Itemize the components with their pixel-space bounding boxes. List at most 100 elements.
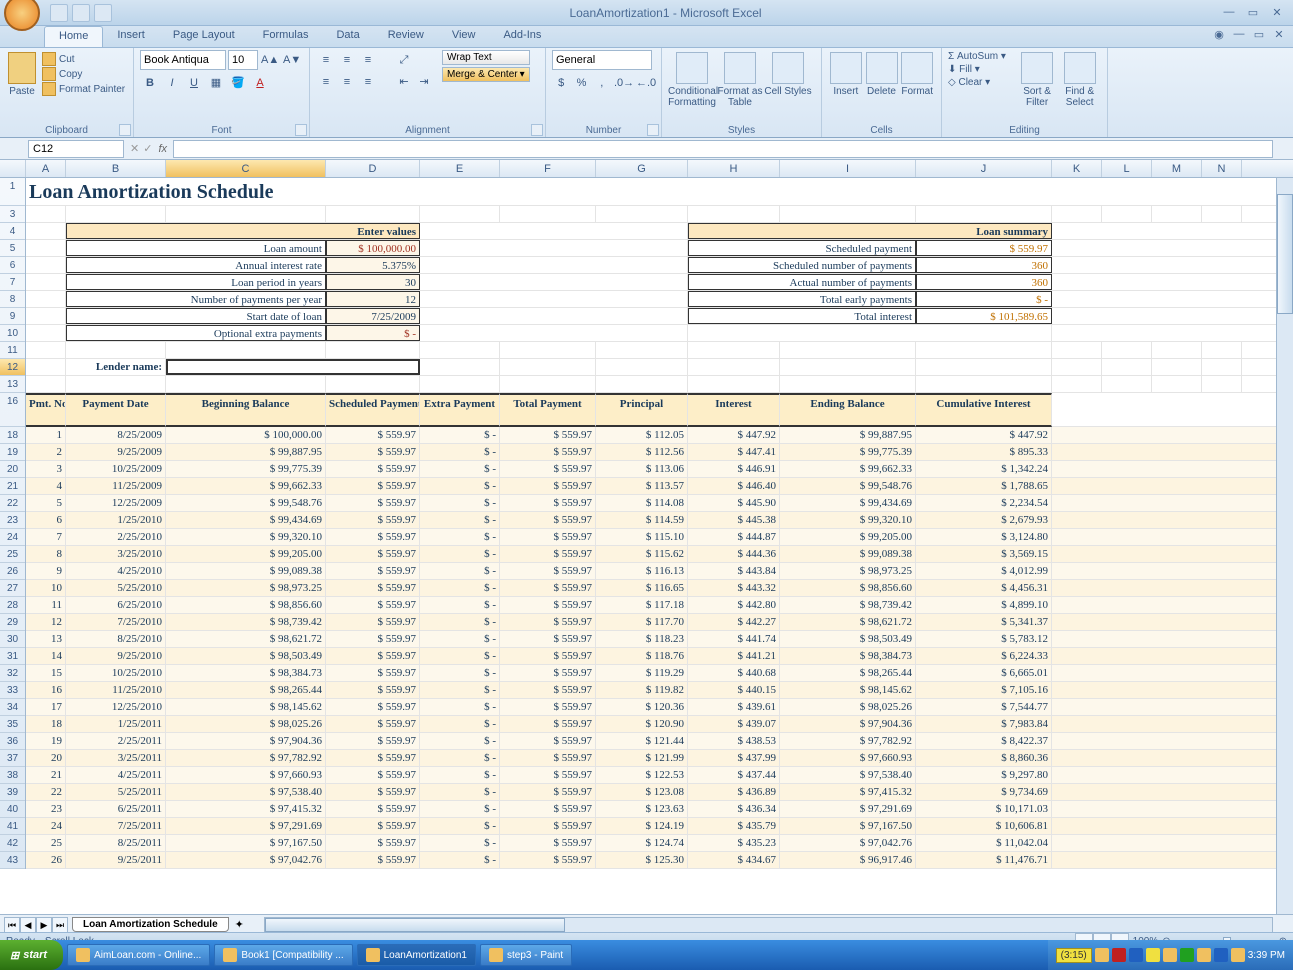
prev-sheet-button[interactable]: ◀ [20, 917, 36, 933]
cell[interactable]: $ 9,734.69 [916, 784, 1052, 800]
cell[interactable]: 16 [26, 682, 66, 698]
cell[interactable]: $ 559.97 [326, 597, 420, 613]
cell[interactable] [1102, 359, 1152, 375]
cell[interactable] [1202, 359, 1242, 375]
cell[interactable]: $ 123.08 [596, 784, 688, 800]
tray-notification[interactable]: (3:15) [1056, 948, 1092, 963]
border-button[interactable]: ▦ [206, 73, 226, 93]
cell[interactable]: 5.375% [326, 257, 420, 273]
cell[interactable]: $ - [420, 835, 500, 851]
cell[interactable]: $ 113.06 [596, 461, 688, 477]
cell[interactable]: $ 100,000.00 [326, 240, 420, 256]
enter-formula-icon[interactable]: ✓ [143, 142, 152, 155]
cell[interactable]: $ - [420, 716, 500, 732]
cell[interactable]: $ 117.18 [596, 597, 688, 613]
cell[interactable]: 17 [26, 699, 66, 715]
worksheet-grid[interactable]: 1345678910111213161819202122232425262728… [0, 178, 1293, 914]
cell[interactable]: $ - [420, 665, 500, 681]
cell[interactable] [688, 206, 780, 222]
cell[interactable]: $ 98,265.44 [166, 682, 326, 698]
cell[interactable]: 21 [26, 767, 66, 783]
cell[interactable] [916, 376, 1052, 392]
cell[interactable]: Beginning Balance [166, 393, 326, 427]
cell[interactable]: Payment Date [66, 393, 166, 427]
cell[interactable]: $ 443.84 [688, 563, 780, 579]
insert-cells-button[interactable]: Insert [828, 50, 864, 135]
cell[interactable]: Total Payment [500, 393, 596, 427]
cell[interactable]: $ 98,145.62 [780, 682, 916, 698]
cell[interactable]: $ 559.97 [500, 682, 596, 698]
column-header-J[interactable]: J [916, 160, 1052, 177]
cell[interactable]: $ 3,569.15 [916, 546, 1052, 562]
cell[interactable] [916, 359, 1052, 375]
cell[interactable]: $ 445.38 [688, 512, 780, 528]
column-header-M[interactable]: M [1152, 160, 1202, 177]
cell[interactable]: $ 98,621.72 [780, 614, 916, 630]
cell[interactable]: $ 1,342.24 [916, 461, 1052, 477]
cell[interactable]: $ 559.97 [500, 835, 596, 851]
underline-button[interactable]: U [184, 73, 204, 93]
tab-data[interactable]: Data [322, 26, 373, 47]
cell[interactable]: $ 6,665.01 [916, 665, 1052, 681]
cell[interactable]: $ - [420, 631, 500, 647]
cell[interactable]: $ 9,297.80 [916, 767, 1052, 783]
cell[interactable]: $ 559.97 [500, 750, 596, 766]
cell[interactable]: $ - [420, 461, 500, 477]
cut-button[interactable]: Cut [42, 52, 125, 66]
cell[interactable]: $ 119.29 [596, 665, 688, 681]
cell[interactable] [166, 376, 326, 392]
cell[interactable]: 14 [26, 648, 66, 664]
cell[interactable]: $ 559.97 [326, 580, 420, 596]
cell[interactable]: $ 446.91 [688, 461, 780, 477]
cell[interactable] [1152, 206, 1202, 222]
cell[interactable]: 2 [26, 444, 66, 460]
cell[interactable]: $ 559.97 [326, 767, 420, 783]
cell[interactable]: $ 118.23 [596, 631, 688, 647]
cell[interactable] [420, 308, 688, 324]
cell[interactable]: $ 100,000.00 [166, 427, 326, 443]
cell[interactable]: $ 97,042.76 [780, 835, 916, 851]
cell[interactable]: $ 98,025.26 [780, 699, 916, 715]
cell[interactable] [780, 359, 916, 375]
cell[interactable]: $ 8,860.36 [916, 750, 1052, 766]
cell[interactable] [26, 223, 66, 239]
cell[interactable]: $ 559.97 [326, 716, 420, 732]
merge-center-button[interactable]: Merge & Center ▾ [442, 67, 530, 82]
cell[interactable]: $ 97,415.32 [780, 784, 916, 800]
cell[interactable]: $ 98,856.60 [166, 597, 326, 613]
cell[interactable]: $ 559.97 [326, 818, 420, 834]
cell[interactable] [1202, 206, 1242, 222]
cell[interactable]: $ 98,739.42 [166, 614, 326, 630]
cell[interactable]: $ 99,089.38 [780, 546, 916, 562]
cell[interactable] [26, 359, 66, 375]
cell[interactable]: 360 [916, 257, 1052, 273]
cell[interactable]: $ - [420, 699, 500, 715]
cell[interactable]: $ 6,224.33 [916, 648, 1052, 664]
cell[interactable] [596, 359, 688, 375]
cell[interactable]: $ 11,476.71 [916, 852, 1052, 868]
cell[interactable] [916, 206, 1052, 222]
cell[interactable]: $ 559.97 [326, 750, 420, 766]
cell[interactable]: $ 99,775.39 [166, 461, 326, 477]
cell[interactable]: $ 559.97 [326, 835, 420, 851]
italic-button[interactable]: I [162, 73, 182, 93]
cell[interactable]: $ 112.56 [596, 444, 688, 460]
align-bottom-button[interactable]: ≡ [358, 50, 378, 70]
autosum-button[interactable]: Σ AutoSum ▾ [948, 50, 1016, 63]
cell[interactable]: $ 99,548.76 [166, 495, 326, 511]
cell[interactable]: $ 559.97 [326, 733, 420, 749]
vscroll-thumb[interactable] [1277, 194, 1293, 314]
cell[interactable]: 11/25/2009 [66, 478, 166, 494]
cell[interactable] [1102, 376, 1152, 392]
cancel-formula-icon[interactable]: ✕ [130, 142, 139, 155]
cell[interactable]: 7/25/2010 [66, 614, 166, 630]
undo-icon[interactable] [72, 4, 90, 22]
cell[interactable]: $ 445.90 [688, 495, 780, 511]
cell[interactable]: $ 10,171.03 [916, 801, 1052, 817]
cell[interactable]: $ 98,621.72 [166, 631, 326, 647]
cell[interactable]: 8/25/2009 [66, 427, 166, 443]
horizontal-scrollbar[interactable] [264, 917, 1273, 933]
number-format-combo[interactable] [552, 50, 652, 70]
cell[interactable]: $ 97,167.50 [166, 835, 326, 851]
tray-icon[interactable] [1129, 948, 1143, 962]
